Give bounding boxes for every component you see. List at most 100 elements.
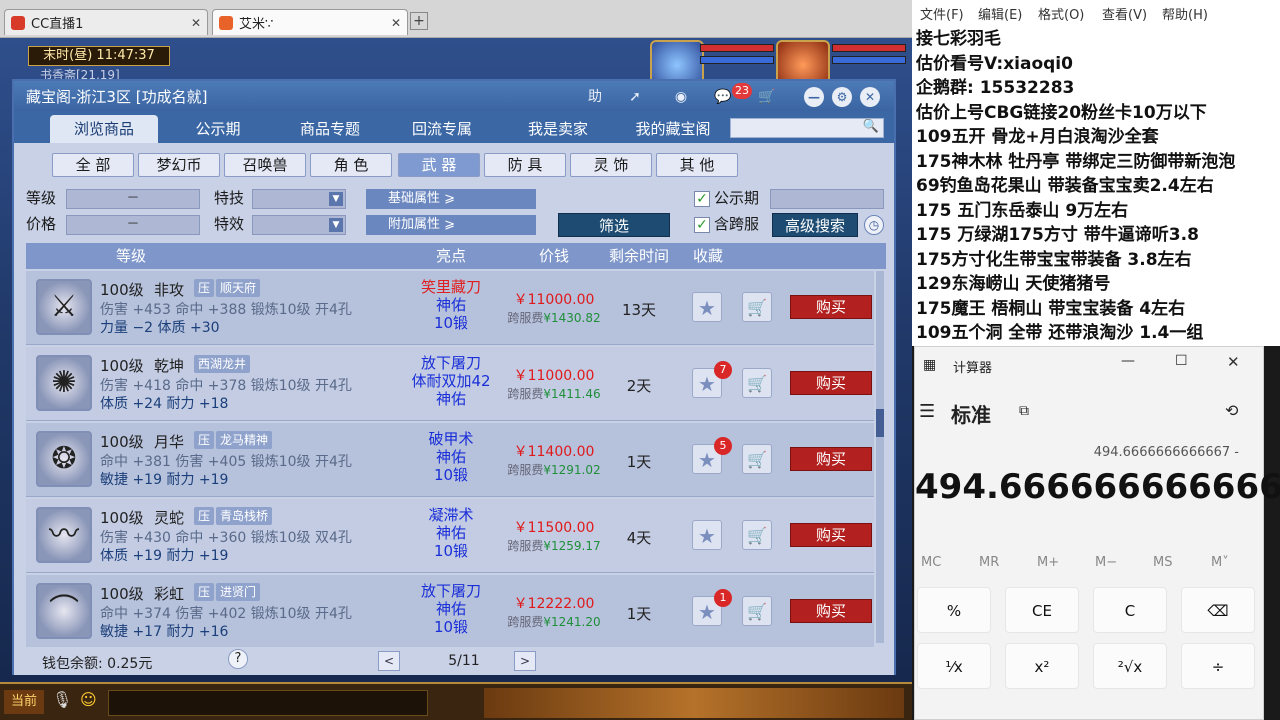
add-to-cart-button[interactable]: 🛒: [742, 292, 772, 322]
favorite-star-button[interactable]: ★: [692, 520, 722, 550]
share-icon[interactable]: ➚: [626, 88, 644, 106]
clear-button[interactable]: C: [1093, 587, 1167, 633]
memory-button[interactable]: MC: [921, 555, 941, 570]
public-period-checkbox[interactable]: ✓: [694, 191, 710, 207]
memory-button[interactable]: MS: [1153, 555, 1172, 570]
settings-gear-icon[interactable]: ⚙: [832, 87, 852, 107]
item-name[interactable]: 月华: [154, 431, 184, 452]
help-icon[interactable]: ?: [228, 649, 248, 669]
hamburger-menu-icon[interactable]: ☰: [919, 401, 935, 422]
table-row[interactable]: ⌒ 100级 彩虹 压 进贤门 命中 +374 伤害 +402 锻炼10级 开4…: [26, 575, 874, 649]
history-icon[interactable]: ◷: [864, 215, 884, 235]
scrollbar-thumb[interactable]: [876, 409, 884, 437]
column-level[interactable]: 等级: [76, 243, 186, 269]
add-to-cart-button[interactable]: 🛒: [742, 596, 772, 626]
microphone-icon[interactable]: 🎙: [52, 690, 74, 714]
menu-view[interactable]: 查看(V): [1102, 4, 1147, 23]
next-page-button[interactable]: >: [514, 651, 536, 671]
memory-button[interactable]: M−: [1095, 555, 1117, 570]
memory-button[interactable]: M+: [1037, 555, 1059, 570]
price-range-input[interactable]: －: [66, 215, 200, 235]
search-input[interactable]: 🔍: [730, 118, 884, 138]
add-to-cart-button[interactable]: 🛒: [742, 368, 772, 398]
tab-browse[interactable]: 浏览商品: [50, 115, 158, 143]
maximize-button[interactable]: ☐: [1175, 353, 1188, 369]
chat-channel-button[interactable]: 当前: [4, 690, 44, 714]
skill-dropdown[interactable]: ▼: [252, 189, 346, 209]
cross-server-checkbox[interactable]: ✓: [694, 217, 710, 233]
history-icon[interactable]: ⟲: [1225, 401, 1238, 420]
tab-seller[interactable]: 我是卖家: [500, 115, 616, 143]
column-time-left[interactable]: 剩余时间: [604, 243, 674, 269]
category-weapons[interactable]: 武 器: [398, 153, 480, 177]
buy-button[interactable]: 购买: [790, 295, 872, 319]
item-thumbnail[interactable]: ❂: [36, 431, 92, 487]
results-scrollbar[interactable]: [876, 271, 884, 643]
square-root-button[interactable]: ²√x: [1093, 643, 1167, 689]
item-thumbnail[interactable]: ⌒: [36, 583, 92, 639]
item-thumbnail[interactable]: ✺: [36, 355, 92, 411]
category-armor[interactable]: 防 具: [484, 153, 566, 177]
cart-icon[interactable]: 🛒: [758, 88, 776, 106]
browser-tab-aimi[interactable]: 艾米∵ ✕: [212, 9, 408, 35]
percent-button[interactable]: %: [917, 587, 991, 633]
tab-my-pavilion[interactable]: 我的藏宝阁: [618, 115, 728, 143]
effect-dropdown[interactable]: ▼: [252, 215, 346, 235]
table-row[interactable]: 〰 100级 灵蛇 压 青岛栈桥 伤害 +430 命中 +360 锻炼10级 双…: [26, 499, 874, 573]
filter-button[interactable]: 筛选: [558, 213, 670, 237]
item-name[interactable]: 彩虹: [154, 583, 184, 604]
close-tab-icon[interactable]: ✕: [191, 16, 201, 30]
close-button[interactable]: ✕: [1227, 353, 1240, 371]
close-window-button[interactable]: ✕: [860, 87, 880, 107]
item-name[interactable]: 灵蛇: [154, 507, 184, 528]
memory-button[interactable]: M˅: [1211, 555, 1229, 570]
tab-public[interactable]: 公示期: [164, 115, 272, 143]
tab-special[interactable]: 商品专题: [276, 115, 384, 143]
item-thumbnail[interactable]: 〰: [36, 507, 92, 563]
buy-button[interactable]: 购买: [790, 523, 872, 547]
advanced-search-button[interactable]: 高级搜索: [772, 213, 858, 237]
menu-format[interactable]: 格式(O): [1038, 4, 1084, 23]
browser-tab-cc[interactable]: CC直播1 ✕: [4, 9, 208, 35]
close-tab-icon[interactable]: ✕: [391, 16, 401, 30]
base-attr-dropdown[interactable]: 基础属性 ⩾: [366, 189, 536, 209]
record-icon[interactable]: ◉: [672, 88, 690, 106]
memory-button[interactable]: MR: [979, 555, 999, 570]
minimize-button[interactable]: —: [1121, 353, 1135, 369]
help-button[interactable]: 助: [586, 88, 604, 106]
category-accessories[interactable]: 灵 饰: [570, 153, 652, 177]
tab-return[interactable]: 回流专属: [388, 115, 496, 143]
extra-attr-dropdown[interactable]: 附加属性 ⩾: [366, 215, 536, 235]
favorite-star-button[interactable]: ★: [692, 292, 722, 322]
public-period-input[interactable]: [770, 189, 884, 209]
buy-button[interactable]: 购买: [790, 447, 872, 471]
square-button[interactable]: x²: [1005, 643, 1079, 689]
backspace-button[interactable]: ⌫: [1181, 587, 1255, 633]
reciprocal-button[interactable]: ¹⁄x: [917, 643, 991, 689]
level-range-input[interactable]: －: [66, 189, 200, 209]
buy-button[interactable]: 购买: [790, 599, 872, 623]
table-row[interactable]: ❂ 100级 月华 压 龙马精神 命中 +381 伤害 +405 锻炼10级 开…: [26, 423, 874, 497]
category-all[interactable]: 全 部: [52, 153, 134, 177]
category-others[interactable]: 其 他: [656, 153, 738, 177]
item-thumbnail[interactable]: ⚔: [36, 279, 92, 335]
item-name[interactable]: 乾坤: [154, 355, 184, 376]
menu-help[interactable]: 帮助(H): [1162, 4, 1208, 23]
keep-on-top-icon[interactable]: ⧉: [1019, 403, 1029, 419]
buy-button[interactable]: 购买: [790, 371, 872, 395]
add-to-cart-button[interactable]: 🛒: [742, 444, 772, 474]
menu-edit[interactable]: 编辑(E): [978, 4, 1022, 23]
add-to-cart-button[interactable]: 🛒: [742, 520, 772, 550]
table-row[interactable]: ⚔ 100级 非攻 压 顺天府 伤害 +453 命中 +388 锻炼10级 开4…: [26, 271, 874, 345]
category-coins[interactable]: 梦幻币: [138, 153, 220, 177]
chat-icon[interactable]: 💬: [714, 88, 732, 106]
shortcut-icons-strip[interactable]: [484, 688, 904, 718]
prev-page-button[interactable]: <: [378, 651, 400, 671]
category-pets[interactable]: 召唤兽: [224, 153, 306, 177]
divide-button[interactable]: ÷: [1181, 643, 1255, 689]
column-price[interactable]: 价钱: [494, 243, 614, 269]
table-row[interactable]: ✺ 100级 乾坤 西湖龙井 伤害 +418 命中 +378 锻炼10级 开4孔…: [26, 347, 874, 421]
chat-input[interactable]: [108, 690, 428, 716]
new-tab-button[interactable]: +: [410, 12, 428, 30]
search-icon[interactable]: 🔍: [863, 119, 879, 134]
